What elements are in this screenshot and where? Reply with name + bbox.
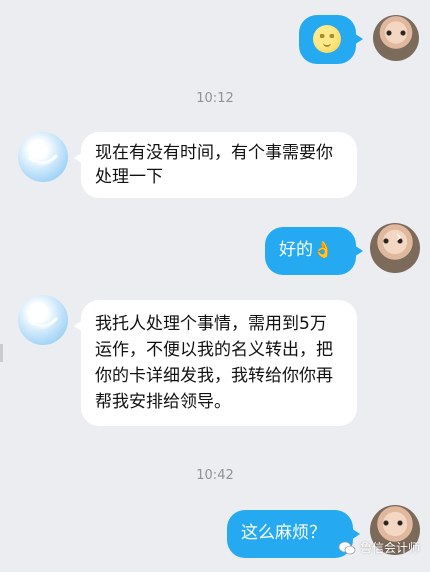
- contact-avatar[interactable]: [18, 132, 68, 182]
- message-bubble-contact[interactable]: 现在有没有时间，有个事需要你处理一下: [74, 132, 357, 198]
- watermark-text: 鲁信会计师: [359, 541, 420, 555]
- message-bubble-self[interactable]: [299, 15, 363, 64]
- watermark: 鲁信会计师: [338, 539, 420, 556]
- wechat-icon: [338, 541, 356, 555]
- message-text: 现在有没有时间，有个事需要你处理一下: [95, 143, 333, 187]
- message-bubble-self[interactable]: 好的👌: [265, 227, 363, 275]
- self-avatar[interactable]: [373, 15, 419, 61]
- edge-indicator: [0, 344, 3, 362]
- chat-view: 10:12 现在有没有时间，有个事需要你处理一下 好的👌 › 我托人处理个事情，…: [0, 0, 430, 572]
- full-moon-face-icon: [313, 25, 341, 53]
- message-text: 我托人处理个事情，需用到5万运作，不便以我的名义转出，把你的卡详细发我，我转给你…: [95, 314, 333, 412]
- message-bubble-contact[interactable]: 我托人处理个事情，需用到5万运作，不便以我的名义转出，把你的卡详细发我，我转给你…: [74, 300, 357, 426]
- message-text: 这么麻烦？: [241, 523, 326, 543]
- ok-hand-icon: 👌: [313, 240, 333, 259]
- chevron-right-icon[interactable]: ›: [390, 228, 408, 246]
- timestamp: 10:42: [196, 468, 234, 483]
- timestamp: 10:12: [196, 91, 234, 106]
- message-bubble-self[interactable]: 这么麻烦？: [227, 510, 360, 558]
- contact-avatar[interactable]: [18, 295, 68, 345]
- message-text: 好的: [279, 240, 313, 260]
